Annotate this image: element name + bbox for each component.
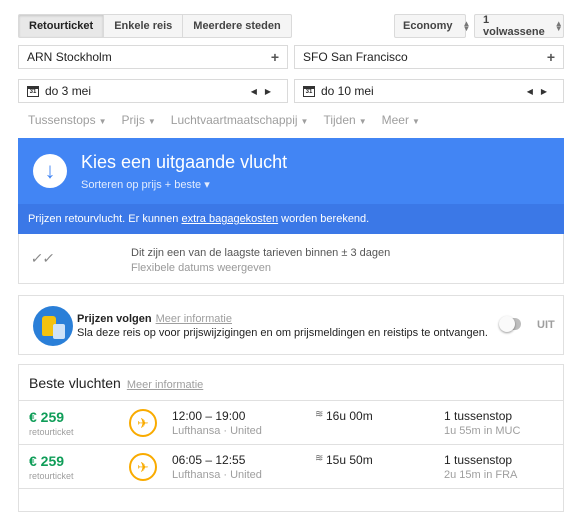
flight-price: € 259 — [29, 453, 65, 469]
lufthansa-logo-icon: ✈ — [129, 409, 157, 437]
caret-down-icon: ▼ — [98, 117, 107, 126]
outbound-title: Kies een uitgaande vlucht — [81, 152, 288, 172]
track-title: Prijzen volgen — [77, 313, 152, 325]
date-prev-next-icons[interactable]: ◀▶ — [251, 87, 279, 96]
wifi-icon: ≋ — [315, 453, 324, 464]
calendar-icon: 31 — [303, 86, 315, 98]
double-check-icon: ✓✓ — [29, 250, 56, 266]
track-description: Sla deze reis op voor prijswijzigingen e… — [77, 327, 488, 339]
passengers-value: 1 volwassene — [483, 14, 545, 38]
caret-down-icon: ▼ — [147, 117, 156, 126]
flight-price: € 259 — [29, 409, 65, 425]
best-info-link[interactable]: Meer informatie — [127, 379, 203, 391]
calendar-icon: 31 — [27, 86, 39, 98]
arrow-down-icon: ↓ — [33, 154, 67, 188]
flight-times: 12:00 – 19:00 — [172, 409, 246, 423]
filter-price[interactable]: Prijs ▼ — [122, 113, 156, 127]
depart-date-field[interactable]: 31 do 3 mei ◀▶ — [18, 79, 288, 103]
price-type: retourticket — [29, 427, 74, 437]
add-destination-icon[interactable]: + — [547, 49, 555, 65]
date-prev-next-icons[interactable]: ◀▶ — [527, 87, 555, 96]
updown-icon: ▲ ▼ — [462, 19, 471, 33]
updown-icon: ▲ ▼ — [554, 19, 563, 33]
return-date-field[interactable]: 31 do 10 mei ◀▶ — [294, 79, 564, 103]
flight-carriers: Lufthansa · United — [172, 425, 262, 437]
wifi-icon: ≋ — [315, 409, 324, 420]
lufthansa-logo-icon: ✈ — [129, 453, 157, 481]
origin-code: ARN — [27, 50, 53, 64]
flight-layover: 1u 55m in MUC — [444, 425, 521, 437]
track-info-link[interactable]: Meer informatie — [156, 313, 232, 325]
caret-down-icon: ▼ — [411, 117, 420, 126]
origin-field[interactable]: ARN Stockholm + — [18, 45, 288, 69]
price-type: retourticket — [29, 471, 74, 481]
flight-layover: 2u 15m in FRA — [444, 469, 518, 481]
passengers-select[interactable]: 1 volwassene ▲ ▼ — [474, 14, 564, 38]
filter-bar: Tussenstops ▼ Prijs ▼ Luchtvaartmaatschapp… — [28, 113, 435, 127]
luggage-tag-icon — [33, 306, 73, 346]
flight-stops: 1 tussenstop — [444, 409, 513, 423]
filter-more[interactable]: Meer ▼ — [382, 113, 420, 127]
flight-times: 06:05 – 12:55 — [172, 453, 246, 467]
destination-field[interactable]: SFO San Francisco + — [294, 45, 564, 69]
filter-times[interactable]: Tijden ▼ — [323, 113, 366, 127]
tab-one-way[interactable]: Enkele reis — [104, 14, 184, 38]
track-prices-toggle[interactable] — [499, 316, 521, 332]
flight-row[interactable]: € 259 retourticket ✈ 12:00 – 19:00 Lufth… — [19, 401, 563, 445]
tab-multi-city[interactable]: Meerdere steden — [183, 14, 292, 38]
low-fare-tip: ✓✓ Dit zijn een van de laagste tarieven … — [18, 234, 564, 284]
outbound-header: ↓ Kies een uitgaande vlucht Sorteren op … — [18, 138, 564, 234]
best-flights-title: Beste vluchten — [29, 375, 121, 391]
baggage-fees-link[interactable]: extra bagagekosten — [181, 213, 278, 225]
toggle-label: UIT — [537, 319, 555, 331]
destination-code: SFO — [303, 50, 328, 64]
flight-duration: 16u 00m — [326, 409, 373, 423]
flight-duration: 15u 50m — [326, 453, 373, 467]
destination-city: San Francisco — [331, 50, 408, 64]
flight-row[interactable]: € 259 retourticket ✈ 06:05 – 12:55 Lufth… — [19, 445, 563, 489]
flight-stops: 1 tussenstop — [444, 453, 513, 467]
depart-date: do 3 mei — [45, 84, 92, 98]
tip-text: Dit zijn een van de laagste tarieven bin… — [131, 247, 391, 259]
tab-round-trip[interactable]: Retourticket — [18, 14, 105, 38]
trip-type-tabs: Retourticket Enkele reis Meerdere steden — [18, 14, 292, 38]
return-date: do 10 mei — [321, 84, 374, 98]
cabin-class-value: Economy — [403, 20, 453, 32]
caret-down-icon: ▼ — [300, 117, 309, 126]
flexible-dates-link[interactable]: Flexibele datums weergeven — [131, 262, 271, 274]
price-note: Prijzen retourvlucht. Er kunnen extra ba… — [18, 204, 564, 234]
cabin-class-select[interactable]: Economy ▲ ▼ — [394, 14, 470, 38]
add-origin-icon[interactable]: + — [271, 49, 279, 65]
filter-stops[interactable]: Tussenstops ▼ — [28, 113, 107, 127]
price-tracking-panel: Prijzen volgen Meer informatie Sla deze r… — [18, 295, 564, 355]
caret-down-icon: ▼ — [358, 117, 367, 126]
flight-carriers: Lufthansa · United — [172, 469, 262, 481]
sort-selector[interactable]: Sorteren op prijs + beste ▾ — [81, 178, 210, 191]
origin-city: Stockholm — [55, 50, 112, 64]
filter-airline[interactable]: Luchtvaartmaatschappij ▼ — [171, 113, 309, 127]
best-flights-panel: Beste vluchten Meer informatie € 259 reto… — [18, 364, 564, 512]
